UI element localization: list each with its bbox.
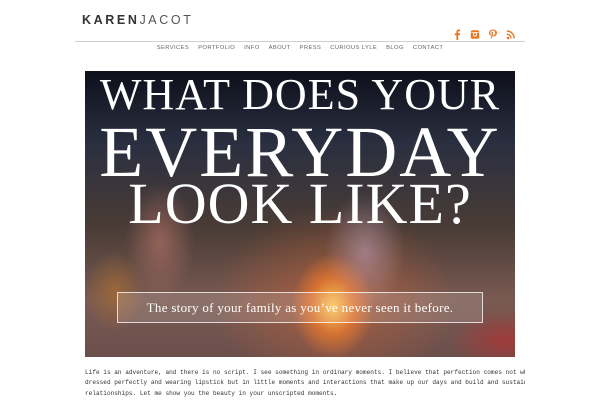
hero-headline-line3: LOOK LIKE? <box>128 171 472 236</box>
nav-item-press[interactable]: PRESS <box>300 45 322 51</box>
nav-item-blog[interactable]: BLOG <box>386 45 404 51</box>
rss-icon[interactable] <box>506 27 516 40</box>
nav-item-portfolio[interactable]: PORTFOLIO <box>198 45 235 51</box>
intro-paragraph: Life is an adventure, and there is no sc… <box>85 368 525 399</box>
hero-banner: WHAT DOES YOUR EVERYDAY LOOK LIKE? The s… <box>85 71 515 357</box>
header-divider <box>75 41 525 42</box>
nav-item-info[interactable]: INFO <box>244 45 259 51</box>
intro-line: dressed perfectly and wearing lipstick b… <box>85 379 525 387</box>
hero-headline-line1: WHAT DOES YOUR <box>99 71 501 119</box>
hero-tagline-box: The story of your family as you’ve never… <box>117 292 483 323</box>
nav-item-contact[interactable]: CONTACT <box>413 45 443 51</box>
instagram-icon[interactable] <box>470 27 480 39</box>
hero-tagline: The story of your family as you’ve never… <box>146 300 454 315</box>
nav-item-about[interactable]: ABOUT <box>269 45 291 51</box>
main-nav: SERVICES PORTFOLIO INFO ABOUT PRESS CURI… <box>0 45 600 51</box>
nav-item-curious-lyle[interactable]: CURIOUS LYLE <box>330 45 377 51</box>
social-links <box>452 27 516 40</box>
logo-first-name: KAREN <box>82 13 140 27</box>
site-logo[interactable]: KARENJACOT <box>82 13 193 27</box>
nav-item-services[interactable]: SERVICES <box>157 45 189 51</box>
facebook-icon[interactable] <box>452 27 462 40</box>
pinterest-icon[interactable] <box>488 27 498 40</box>
intro-line: relationships. Let me show you the beaut… <box>85 389 338 397</box>
intro-line: Life is an adventure, and there is no sc… <box>85 369 525 376</box>
logo-last-name: JACOT <box>139 13 194 27</box>
